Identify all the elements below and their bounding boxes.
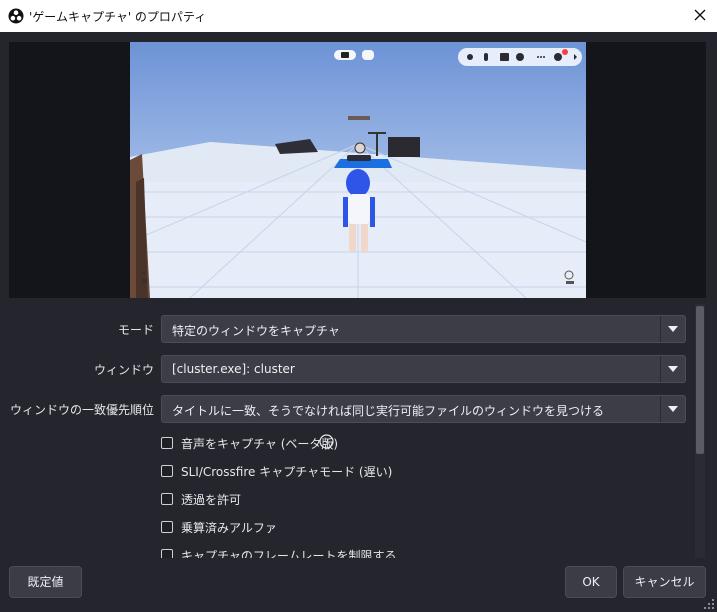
premultiplied-alpha-checkbox[interactable] — [161, 521, 173, 533]
svg-text:?: ? — [324, 438, 329, 448]
mode-select[interactable]: 特定のウィンドウをキャプチャ — [161, 315, 686, 343]
priority-select[interactable]: タイトルに一致、そうでなければ同じ実行可能ファイルのウィンドウを見つける — [161, 395, 686, 423]
allow-transparency-label: 透過を許可 — [181, 493, 242, 507]
window-select-value: [cluster.exe]: cluster — [172, 362, 295, 376]
game-capture-preview — [130, 42, 586, 298]
capture-audio-label: 音声をキャプチャ (ベータ版) — [181, 437, 339, 451]
window-label: ウィンドウ — [93, 363, 154, 377]
cancel-button[interactable]: キャンセル — [623, 566, 706, 598]
mode-label: モード — [117, 323, 154, 337]
allow-transparency-option[interactable]: 透過を許可 — [161, 490, 321, 510]
defaults-button[interactable]: 既定値 — [9, 566, 82, 598]
premultiplied-alpha-option[interactable]: 乗算済みアルファ — [161, 518, 321, 538]
priority-label: ウィンドウの一致優先順位 — [9, 403, 154, 417]
priority-select-value: タイトルに一致、そうでなければ同じ実行可能ファイルのウィンドウを見つける — [172, 404, 605, 418]
resize-grip-icon[interactable] — [704, 599, 714, 609]
sli-crossfire-option[interactable]: SLI/Crossfire キャプチャモード (遅い) — [161, 462, 421, 482]
sli-crossfire-checkbox[interactable] — [161, 465, 173, 477]
properties-dialog: モード 特定のウィンドウをキャプチャ ウィンドウ [cluster.exe]: … — [0, 32, 717, 612]
properties-form: モード 特定のウィンドウをキャプチャ ウィンドウ [cluster.exe]: … — [9, 304, 689, 558]
title-bar: 'ゲームキャプチャ' のプロパティ — [0, 0, 717, 32]
chevron-down-icon[interactable] — [660, 396, 685, 422]
preview-scene — [130, 42, 586, 298]
mode-select-value: 特定のウィンドウをキャプチャ — [172, 324, 340, 338]
window-title: 'ゲームキャプチャ' のプロパティ — [29, 10, 207, 24]
premultiplied-alpha-label: 乗算済みアルファ — [181, 521, 277, 535]
help-icon[interactable]: ? — [319, 434, 334, 449]
ok-button[interactable]: OK — [565, 566, 617, 598]
form-scrollbar[interactable] — [695, 304, 705, 558]
close-icon[interactable] — [689, 4, 711, 26]
form-scrollbar-thumb[interactable] — [696, 306, 704, 454]
chevron-down-icon[interactable] — [660, 356, 685, 382]
obs-logo-icon — [8, 8, 24, 24]
allow-transparency-checkbox[interactable] — [161, 493, 173, 505]
capture-audio-checkbox[interactable] — [161, 437, 173, 449]
capture-audio-option[interactable]: 音声をキャプチャ (ベータ版) ? — [161, 434, 401, 454]
chevron-down-icon[interactable] — [660, 316, 685, 342]
limit-framerate-label: キャプチャのフレームレートを制限する — [181, 549, 397, 558]
limit-framerate-checkbox[interactable] — [161, 549, 173, 558]
preview-pane — [9, 42, 706, 298]
sli-crossfire-label: SLI/Crossfire キャプチャモード (遅い) — [181, 465, 393, 479]
limit-framerate-option[interactable]: キャプチャのフレームレートを制限する — [161, 546, 421, 558]
window-select[interactable]: [cluster.exe]: cluster — [161, 355, 686, 383]
